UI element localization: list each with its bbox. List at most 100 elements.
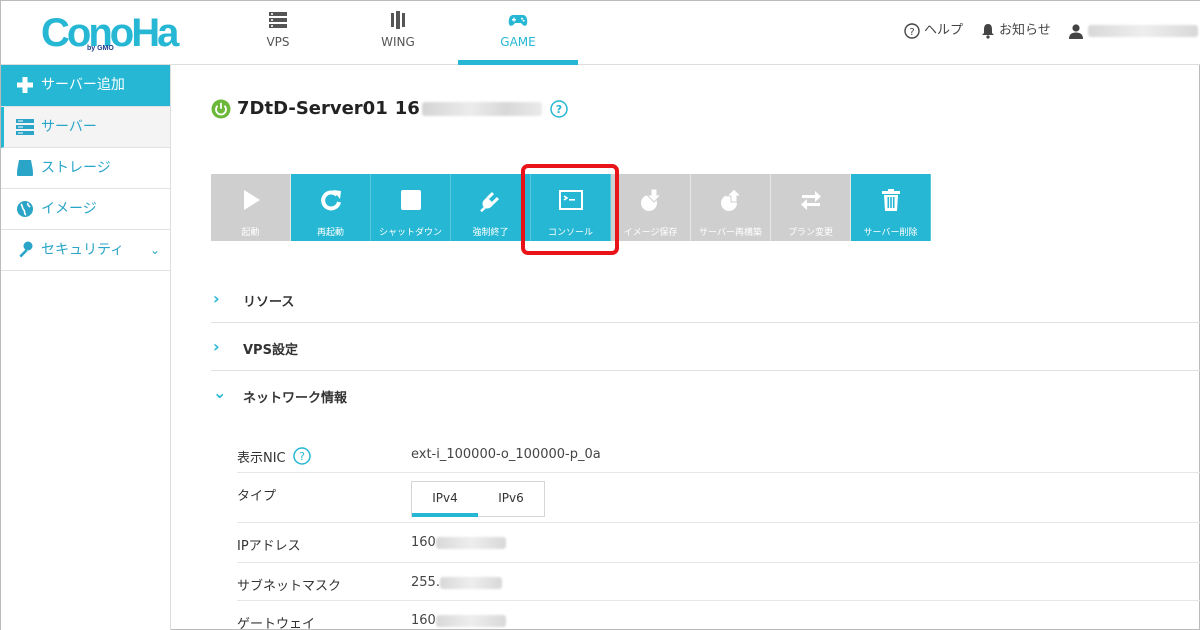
subnet-label: サブネットマスク (237, 579, 342, 594)
nav-tab-game[interactable]: GAME (458, 1, 578, 65)
section-network-info[interactable]: ⌄ ネットワーク情報 (211, 371, 1200, 419)
sidebar-item-image[interactable]: イメージ (1, 189, 170, 230)
sidebar-item-label: サーバー追加 (41, 77, 125, 93)
console-highlight-annotation (521, 164, 619, 255)
top-header: ConoHa by GMO VPS WING GAME ? ヘルプ お知らせ (1, 1, 1200, 65)
plus-icon (17, 77, 33, 93)
ip-value-prefix: 160 (411, 535, 436, 550)
chevron-right-icon: › (213, 289, 220, 308)
trash-icon (882, 189, 900, 211)
ipv6-tab[interactable]: IPv6 (478, 482, 544, 516)
section-resources[interactable]: › リソース (211, 275, 1200, 323)
stop-icon (401, 190, 421, 210)
ipv4-tab[interactable]: IPv4 (412, 482, 478, 517)
wing-icon (391, 11, 405, 29)
rebuild-server-button[interactable]: サーバー再構築 (691, 174, 771, 241)
server-icon (269, 12, 287, 28)
svg-text:?: ? (299, 450, 305, 463)
section-label: ネットワーク情報 (243, 391, 348, 406)
button-label: 強制終了 (472, 228, 509, 238)
restart-button[interactable]: 再起動 (291, 174, 371, 241)
globe-icon (17, 201, 33, 217)
nav-tab-wing[interactable]: WING (338, 1, 458, 65)
sidebar-item-label: イメージ (41, 201, 97, 217)
ip-value-redacted (435, 536, 506, 549)
key-icon (19, 241, 33, 258)
notice-link[interactable]: お知らせ (981, 21, 1051, 41)
server-ip-redacted (421, 102, 542, 116)
sidebar: サーバー追加 サーバー ストレージ イメージ セキュリティ ⌄ (1, 65, 171, 630)
help-link[interactable]: ? ヘルプ (904, 21, 963, 41)
chevron-down-icon: ⌄ (149, 243, 160, 257)
help-label: ヘルプ (924, 23, 964, 38)
user-menu[interactable] (1068, 21, 1198, 41)
chevron-right-icon: › (213, 337, 220, 356)
nav-tab-vps[interactable]: VPS (218, 1, 338, 65)
force-stop-button[interactable]: 強制終了 (451, 174, 531, 241)
notice-label: お知らせ (999, 23, 1051, 38)
swap-icon (801, 191, 821, 210)
sidebar-item-storage[interactable]: ストレージ (1, 148, 170, 189)
help-icon[interactable]: ? (293, 447, 311, 465)
svg-text:?: ? (556, 103, 562, 116)
button-label: サーバー再構築 (699, 228, 762, 238)
section-vps-settings[interactable]: › VPS設定 (211, 323, 1200, 371)
network-row-subnet: サブネットマスク 255. (237, 563, 1200, 601)
server-name: 7DtD-Server01 (237, 98, 388, 119)
bell-icon (982, 23, 994, 39)
page-title: 7DtD-Server01 16 ? (211, 97, 568, 121)
network-row-type: タイプ IPv4 IPv6 (237, 473, 1200, 523)
sidebar-item-label: サーバー (41, 119, 97, 135)
start-button[interactable]: 起動 (211, 174, 291, 241)
gamepad-icon (508, 15, 528, 26)
subnet-value-prefix: 255. (411, 575, 440, 590)
sidebar-item-server[interactable]: サーバー (1, 107, 170, 148)
shutdown-button[interactable]: シャットダウン (371, 174, 451, 241)
nic-value: ext-i_100000-o_100000-p_0a (411, 447, 601, 462)
sidebar-item-label: ストレージ (41, 160, 111, 176)
sidebar-item-security[interactable]: セキュリティ ⌄ (1, 230, 170, 271)
subnet-value: 255. (411, 575, 502, 590)
server-ip-prefix: 16 (394, 98, 420, 119)
nav-tab-label: VPS (266, 35, 290, 49)
user-icon (1069, 23, 1083, 39)
power-status-icon (211, 99, 231, 119)
ip-value: 160 (411, 535, 506, 550)
user-name-redacted (1088, 24, 1198, 37)
button-label: プラン変更 (787, 228, 833, 238)
subnet-value-redacted (439, 576, 502, 589)
gateway-value: 160 (411, 613, 506, 628)
conoha-logo[interactable]: ConoHa by GMO (41, 11, 179, 55)
logo-subtext: by GMO (87, 45, 114, 52)
chevron-down-icon: ⌄ (213, 383, 227, 402)
network-row-nic: 表示NIC ? ext-i_100000-o_100000-p_0a (237, 435, 1200, 473)
change-plan-button[interactable]: プラン変更 (771, 174, 851, 241)
button-label: サーバー削除 (863, 228, 918, 238)
plug-icon (480, 191, 500, 212)
button-label: イメージ保存 (623, 228, 678, 238)
button-label: 起動 (241, 228, 260, 238)
ip-version-toggle: IPv4 IPv6 (411, 481, 545, 517)
network-row-gateway: ゲートウェイ 160 (237, 601, 1200, 630)
section-label: リソース (243, 295, 295, 310)
nic-label: 表示NIC ? (237, 447, 311, 466)
type-label: タイプ (237, 489, 277, 504)
rebuild-icon (721, 188, 743, 211)
svg-text:?: ? (909, 27, 914, 38)
sidebar-item-label: セキュリティ (41, 242, 125, 258)
server-list-icon (16, 119, 34, 135)
image-save-icon (641, 188, 663, 211)
gateway-label: ゲートウェイ (237, 617, 316, 630)
button-label: 再起動 (316, 228, 344, 238)
sidebar-item-add-server[interactable]: サーバー追加 (1, 65, 170, 107)
delete-server-button[interactable]: サーバー削除 (851, 174, 931, 241)
button-label: シャットダウン (378, 228, 442, 238)
help-icon[interactable]: ? (550, 100, 568, 118)
restart-icon (321, 190, 341, 211)
nav-tab-label: WING (381, 35, 415, 49)
save-image-button[interactable]: イメージ保存 (611, 174, 691, 241)
section-label: VPS設定 (243, 343, 298, 358)
play-icon (244, 190, 260, 210)
main-content: 7DtD-Server01 16 ? 起動 再起動 シャットダウン 強制終了 コ… (171, 65, 1200, 630)
gateway-value-redacted (435, 614, 506, 627)
